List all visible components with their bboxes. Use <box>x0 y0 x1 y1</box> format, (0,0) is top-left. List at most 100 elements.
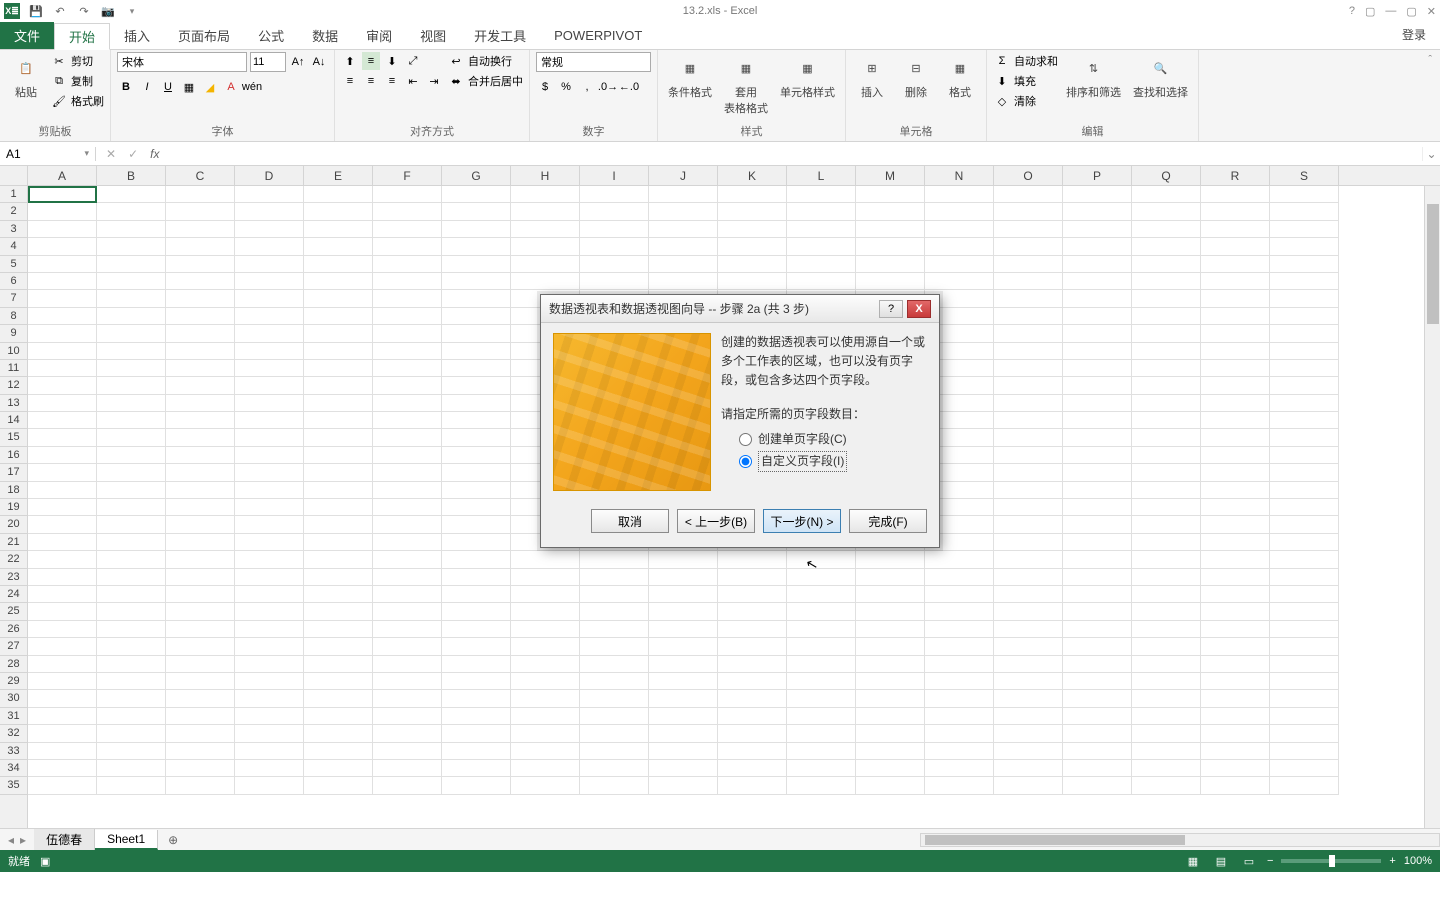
cell[interactable] <box>97 325 166 342</box>
font-name-input[interactable] <box>117 52 247 72</box>
cell[interactable] <box>304 395 373 412</box>
cell[interactable] <box>442 760 511 777</box>
cell[interactable] <box>580 621 649 638</box>
cell[interactable] <box>1063 290 1132 307</box>
cell[interactable] <box>1063 499 1132 516</box>
cell[interactable] <box>235 203 304 220</box>
cell[interactable] <box>1201 429 1270 446</box>
fill-icon[interactable]: ⬇ <box>993 72 1011 90</box>
cell[interactable] <box>442 621 511 638</box>
cell[interactable] <box>1132 777 1201 794</box>
cell[interactable] <box>856 621 925 638</box>
dec-decimal-icon[interactable]: ←.0 <box>620 78 638 96</box>
cell[interactable] <box>994 638 1063 655</box>
cancel-button[interactable]: 取消 <box>591 509 669 533</box>
cell[interactable] <box>787 186 856 203</box>
cell[interactable] <box>442 238 511 255</box>
cell[interactable] <box>235 777 304 794</box>
cell[interactable] <box>511 656 580 673</box>
row-header[interactable]: 3 <box>0 221 27 238</box>
cell[interactable] <box>787 586 856 603</box>
cell[interactable] <box>304 447 373 464</box>
delete-cells-button[interactable]: ⊟删除 <box>896 52 936 102</box>
cell[interactable] <box>97 569 166 586</box>
cell[interactable] <box>718 221 787 238</box>
row-header[interactable]: 20 <box>0 516 27 533</box>
wizard-titlebar[interactable]: 数据透视表和数据透视图向导 -- 步骤 2a (共 3 步) ? X <box>541 295 939 323</box>
cell[interactable] <box>718 656 787 673</box>
cell[interactable] <box>1201 621 1270 638</box>
cell[interactable] <box>1063 725 1132 742</box>
cell[interactable] <box>166 621 235 638</box>
col-header-K[interactable]: K <box>718 166 787 185</box>
cell[interactable] <box>235 708 304 725</box>
login-link[interactable]: 登录 <box>1388 22 1440 49</box>
cell[interactable] <box>718 760 787 777</box>
row-header[interactable]: 33 <box>0 743 27 760</box>
cell[interactable] <box>580 551 649 568</box>
cell[interactable] <box>994 656 1063 673</box>
cell[interactable] <box>856 551 925 568</box>
cell[interactable] <box>1270 221 1339 238</box>
cell[interactable] <box>787 725 856 742</box>
cell[interactable] <box>373 464 442 481</box>
cell[interactable] <box>442 290 511 307</box>
cell[interactable] <box>235 238 304 255</box>
cell[interactable] <box>235 221 304 238</box>
col-header-N[interactable]: N <box>925 166 994 185</box>
cell[interactable] <box>1201 482 1270 499</box>
tab-view[interactable]: 视图 <box>406 22 460 49</box>
cell[interactable] <box>442 343 511 360</box>
cell[interactable] <box>28 760 97 777</box>
cell[interactable] <box>1270 708 1339 725</box>
autosum-label[interactable]: 自动求和 <box>1014 53 1058 69</box>
cell[interactable] <box>1063 586 1132 603</box>
cell[interactable] <box>97 360 166 377</box>
cell[interactable] <box>304 464 373 481</box>
cell[interactable] <box>166 256 235 273</box>
radio-single-page[interactable] <box>739 433 752 446</box>
save-icon[interactable]: 💾 <box>28 3 44 19</box>
minimize-icon[interactable]: — <box>1385 5 1396 18</box>
row-header[interactable]: 5 <box>0 256 27 273</box>
wrap-label[interactable]: 自动换行 <box>468 53 512 69</box>
cell[interactable] <box>649 725 718 742</box>
cell[interactable] <box>994 743 1063 760</box>
row-header[interactable]: 29 <box>0 673 27 690</box>
cell[interactable] <box>787 673 856 690</box>
underline-icon[interactable]: U <box>159 78 177 96</box>
add-sheet-button[interactable]: ⊕ <box>158 833 188 847</box>
cell[interactable] <box>925 603 994 620</box>
align-middle-icon[interactable]: ≡ <box>362 52 380 70</box>
zoom-slider[interactable] <box>1281 859 1381 863</box>
fill-color-icon[interactable]: ◢ <box>201 78 219 96</box>
cell[interactable] <box>718 621 787 638</box>
cell[interactable] <box>1063 447 1132 464</box>
cell[interactable] <box>97 221 166 238</box>
cell[interactable] <box>925 656 994 673</box>
cell[interactable] <box>511 256 580 273</box>
cell[interactable] <box>511 203 580 220</box>
row-header[interactable]: 21 <box>0 534 27 551</box>
cell[interactable] <box>97 482 166 499</box>
cell[interactable] <box>1132 499 1201 516</box>
cell[interactable] <box>442 360 511 377</box>
cell[interactable] <box>1063 708 1132 725</box>
cell[interactable] <box>994 186 1063 203</box>
cell[interactable] <box>442 534 511 551</box>
row-header[interactable]: 22 <box>0 551 27 568</box>
cell[interactable] <box>649 656 718 673</box>
cell[interactable] <box>304 377 373 394</box>
cell[interactable] <box>580 603 649 620</box>
row-header[interactable]: 10 <box>0 343 27 360</box>
cell[interactable] <box>1132 621 1201 638</box>
col-header-Q[interactable]: Q <box>1132 166 1201 185</box>
cell[interactable] <box>28 273 97 290</box>
row-header[interactable]: 34 <box>0 760 27 777</box>
cell[interactable] <box>304 412 373 429</box>
cut-label[interactable]: 剪切 <box>71 53 93 69</box>
camera-icon[interactable]: 📷 <box>100 3 116 19</box>
cell[interactable] <box>304 429 373 446</box>
cell[interactable] <box>994 516 1063 533</box>
cell[interactable] <box>442 551 511 568</box>
